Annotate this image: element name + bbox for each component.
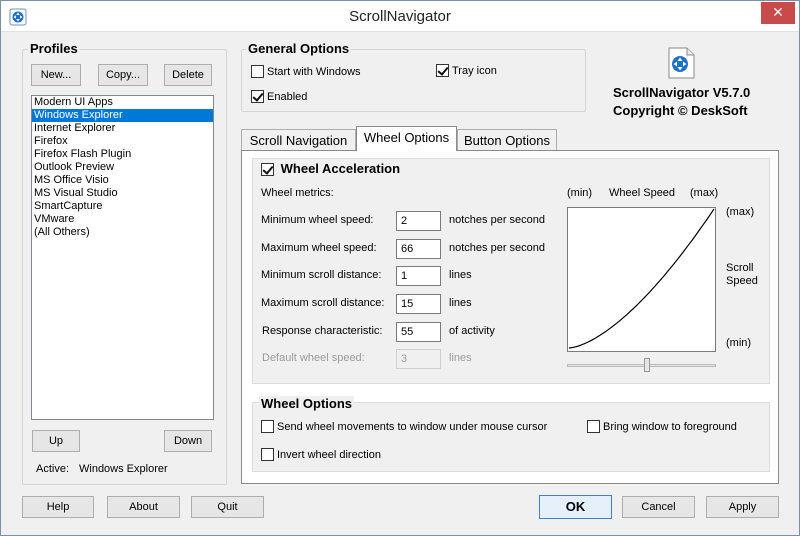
wheel-options-title: Wheel Options — [259, 396, 354, 411]
wheel-acceleration-title: Wheel Acceleration — [280, 161, 401, 176]
copy-profile-button[interactable]: Copy... — [98, 64, 148, 86]
chart-y-title-line2: Speed — [726, 275, 758, 287]
default-wheel-speed-input: 3 — [396, 349, 441, 369]
ok-button[interactable]: OK — [539, 495, 612, 519]
list-item[interactable]: MS Office Visio — [32, 174, 213, 187]
max-scroll-distance-unit: lines — [449, 297, 472, 309]
version-text: ScrollNavigator V5.7.0 — [613, 85, 751, 100]
speed-curve-line — [568, 208, 715, 349]
list-item[interactable]: Outlook Preview — [32, 161, 213, 174]
list-item[interactable]: Windows Explorer — [32, 109, 213, 122]
default-wheel-speed-label: Default wheel speed: — [262, 352, 365, 364]
enabled-label: Enabled — [267, 91, 308, 103]
title-bar[interactable]: ScrollNavigator ✕ — [1, 1, 799, 32]
move-down-button[interactable]: Down — [164, 430, 212, 452]
tray-icon-label: Tray icon — [452, 65, 497, 77]
delete-profile-button[interactable]: Delete — [164, 64, 212, 86]
wheel-acceleration-checkbox[interactable]: Wheel Acceleration — [261, 161, 400, 176]
min-wheel-speed-input[interactable]: 2 — [396, 211, 441, 231]
max-wheel-speed-unit: notches per second — [449, 242, 546, 254]
max-wheel-speed-label: Maximum wheel speed: — [261, 242, 377, 254]
send-to-cursor-checkbox[interactable]: Send wheel movements to window under mou… — [261, 420, 547, 435]
chart-x-title: Wheel Speed — [609, 187, 676, 199]
chart-y-min-label: (min) — [726, 337, 752, 349]
help-button[interactable]: Help — [22, 496, 94, 518]
move-up-button[interactable]: Up — [32, 430, 80, 452]
window-title: ScrollNavigator — [349, 8, 451, 25]
tab-wheel-options[interactable]: Wheel Options — [356, 126, 457, 151]
response-characteristic-input[interactable]: 55 — [396, 322, 441, 342]
list-item[interactable]: MS Visual Studio — [32, 187, 213, 200]
bring-to-front-label: Bring window to foreground — [603, 421, 737, 433]
start-with-windows-checkbox[interactable]: Start with Windows — [251, 65, 361, 80]
quit-button[interactable]: Quit — [191, 496, 264, 518]
start-with-windows-box[interactable] — [251, 65, 264, 78]
wheel-metrics-label: Wheel metrics: — [261, 187, 334, 199]
chart-y-max-label: (max) — [726, 206, 755, 218]
max-wheel-speed-input[interactable]: 66 — [396, 239, 441, 259]
list-item[interactable]: Modern UI Apps — [32, 96, 213, 109]
send-to-cursor-label: Send wheel movements to window under mou… — [277, 421, 548, 433]
copyright-text: Copyright © DeskSoft — [613, 103, 748, 118]
cancel-button[interactable]: Cancel — [622, 496, 695, 518]
invert-wheel-checkbox[interactable]: Invert wheel direction — [261, 448, 381, 463]
list-item[interactable]: (All Others) — [32, 226, 213, 239]
min-scroll-distance-input[interactable]: 1 — [396, 266, 441, 286]
chart-y-title-line1: Scroll — [726, 262, 754, 274]
close-button[interactable]: ✕ — [761, 2, 795, 24]
min-wheel-speed-label: Minimum wheel speed: — [261, 214, 374, 226]
invert-wheel-label: Invert wheel direction — [277, 449, 381, 461]
list-item[interactable]: SmartCapture — [32, 200, 213, 213]
invert-wheel-box[interactable] — [261, 448, 274, 461]
speed-curve-plot — [568, 208, 715, 349]
chart-x-min-label: (min) — [567, 187, 593, 199]
enabled-box[interactable] — [251, 90, 264, 103]
response-characteristic-unit: of activity — [449, 325, 495, 337]
scrollnavigator-logo-icon — [668, 47, 695, 79]
response-slider-track[interactable] — [567, 364, 716, 367]
start-with-windows-label: Start with Windows — [267, 66, 361, 78]
min-scroll-distance-label: Minimum scroll distance: — [261, 269, 382, 281]
active-label: Active: — [36, 463, 70, 475]
general-options-title: General Options — [246, 41, 352, 56]
about-button[interactable]: About — [107, 496, 180, 518]
apply-button[interactable]: Apply — [706, 496, 779, 518]
response-characteristic-label: Response characteristic: — [262, 325, 383, 337]
active-profile-value: Windows Explorer — [79, 463, 168, 475]
list-item[interactable]: Firefox Flash Plugin — [32, 148, 213, 161]
send-to-cursor-box[interactable] — [261, 420, 274, 433]
list-item[interactable]: VMware — [32, 213, 213, 226]
tray-icon-box[interactable] — [436, 64, 449, 77]
list-item[interactable]: Internet Explorer — [32, 122, 213, 135]
max-scroll-distance-label: Maximum scroll distance: — [261, 297, 385, 309]
wheel-speed-chart — [567, 207, 716, 352]
response-slider-thumb[interactable] — [644, 358, 651, 372]
min-scroll-distance-unit: lines — [449, 269, 472, 281]
bring-to-front-box[interactable] — [587, 420, 600, 433]
wheel-acceleration-box[interactable] — [261, 163, 274, 176]
main-window: ScrollNavigator ✕ Profiles New... Copy..… — [0, 0, 800, 536]
enabled-checkbox[interactable]: Enabled — [251, 90, 307, 105]
min-wheel-speed-unit: notches per second — [449, 214, 546, 226]
tab-button-options[interactable]: Button Options — [457, 129, 557, 151]
tray-icon-checkbox[interactable]: Tray icon — [436, 64, 497, 79]
chart-x-max-label: (max) — [690, 187, 719, 199]
max-scroll-distance-input[interactable]: 15 — [396, 294, 441, 314]
default-wheel-speed-unit: lines — [449, 352, 472, 364]
close-icon: ✕ — [772, 4, 784, 20]
profiles-list[interactable]: Modern UI Apps Windows Explorer Internet E… — [31, 95, 214, 420]
bring-to-front-checkbox[interactable]: Bring window to foreground — [587, 420, 737, 435]
tab-scroll-navigation[interactable]: Scroll Navigation — [241, 129, 356, 151]
new-profile-button[interactable]: New... — [31, 64, 81, 86]
list-item[interactable]: Firefox — [32, 135, 213, 148]
profiles-title: Profiles — [28, 41, 80, 56]
